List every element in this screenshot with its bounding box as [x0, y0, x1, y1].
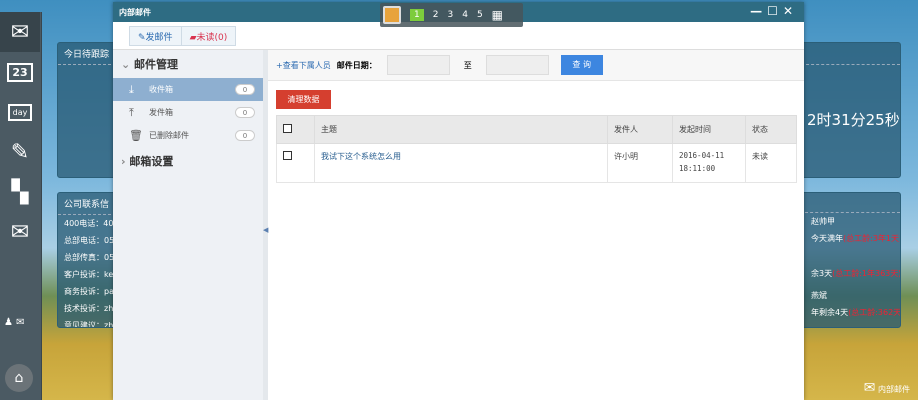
- compose-label: 发邮件: [145, 33, 173, 43]
- download-icon: ⤓: [129, 82, 134, 96]
- mail-sender: 许小明: [607, 143, 673, 183]
- panel-title: 今日待跟踪: [58, 43, 116, 65]
- contact-line: 意见建议：zh: [64, 321, 114, 328]
- user-mail-icons[interactable]: ♟ ✉: [4, 317, 25, 328]
- item-label: 已删除邮件: [149, 131, 189, 140]
- birthday-detail: (总工龄:362天): [848, 308, 901, 317]
- day-label: day: [7, 103, 33, 121]
- table-row[interactable]: 我试下这个系统怎么用 许小明 2016-04-11 18:11:00 未读: [276, 143, 797, 183]
- app-logo-icon[interactable]: [383, 6, 401, 24]
- mail-icon[interactable]: ✉: [0, 212, 40, 252]
- upload-icon: ⤒: [129, 105, 134, 119]
- item-label: 发件箱: [149, 108, 173, 117]
- mail-date: 2016-04-11: [679, 151, 725, 160]
- sidebar-item-inbox[interactable]: ⤓ 收件箱 0: [113, 78, 263, 101]
- clear-data-button[interactable]: 清理数据: [276, 90, 331, 109]
- mail-management-section[interactable]: ⌄ 邮件管理: [113, 50, 263, 78]
- sidebar: ⌄ 邮件管理 ⤓ 收件箱 0 ⤒ 发件箱 0 🗑 已删除邮件 0 › 邮箱设置: [113, 50, 263, 400]
- main-content: +查看下属人员 邮件日期： 至 查 询 清理数据 主题 发件人 发起时间 状态 …: [268, 50, 804, 400]
- trash-icon: 🗑: [129, 129, 143, 142]
- clock-panel: 2时31分25秒: [800, 42, 901, 178]
- birthday-name: 赵帅甲: [811, 217, 835, 226]
- birthday-name: [805, 247, 900, 265]
- contact-line: 总部传真：05: [64, 253, 115, 262]
- date-to-input[interactable]: [485, 55, 549, 75]
- compose-button[interactable]: ✎发邮件: [130, 27, 182, 45]
- contact-line: 商务投诉：pa: [64, 287, 114, 296]
- header-subject[interactable]: 主题: [314, 115, 608, 144]
- contact-line: 总部电话：05: [64, 236, 115, 245]
- maximize-button[interactable]: ☐: [767, 4, 783, 18]
- edit-note-icon[interactable]: ✎: [0, 132, 40, 172]
- header-sender[interactable]: 发件人: [607, 115, 673, 144]
- window-title: 内部邮件: [119, 8, 151, 17]
- apps-add-icon[interactable]: ▚: [0, 172, 40, 212]
- close-button[interactable]: ✕: [783, 4, 798, 18]
- mail-icon[interactable]: ✉: [0, 12, 40, 52]
- date-from-input[interactable]: [386, 55, 450, 75]
- row-checkbox[interactable]: [283, 151, 292, 160]
- header-time[interactable]: 发起时间: [672, 115, 746, 144]
- mail-subject-link[interactable]: 我试下这个系统怎么用: [314, 143, 608, 183]
- item-label: 收件箱: [149, 85, 173, 94]
- mail-window: 内部邮件 —☐✕ ✎发邮件 ▰未读(0) ⌄ 邮件管理 ⤓ 收件箱 0 ⤒ 发件箱 0 …: [113, 2, 804, 400]
- dock: ✉ 23 day ✎ ▚ ✉ ♟ ✉ ⌂: [0, 12, 42, 400]
- mail-icon: ✉: [863, 380, 876, 396]
- calendar-icon[interactable]: 23: [0, 52, 40, 92]
- mailbox-settings-section[interactable]: › 邮箱设置: [113, 147, 263, 175]
- birthday-text: 年剩余4天: [811, 308, 849, 317]
- desktop-page-3[interactable]: 3: [447, 10, 453, 20]
- clock-time: 2时31分25秒: [807, 111, 900, 129]
- count-badge: 0: [235, 130, 255, 141]
- contact-panel: 公司联系信 400电话：40 总部电话：05 总部传真：05 客户投诉：ke 商…: [57, 192, 117, 328]
- grid-icon[interactable]: ▦: [492, 8, 503, 22]
- mail-status: 未读: [745, 143, 797, 183]
- birthday-panel: 赵帅甲 今天满年(总工龄:3年1天) 余3天(总工龄:1年363天) 燕斌 年剩…: [800, 192, 901, 328]
- birthday-text: 今天满年: [811, 234, 843, 243]
- to-label: 至: [463, 60, 472, 70]
- table-header: 主题 发件人 发起时间 状态: [276, 115, 797, 144]
- birthday-text: 余3天: [811, 269, 833, 278]
- panel-title: 公司联系信: [58, 193, 116, 215]
- section-label: 邮件管理: [134, 58, 179, 71]
- desktop-mail-shortcut[interactable]: ✉ 内部邮件: [864, 380, 910, 396]
- desktop-taskbar: 1 2 3 4 5 ▦: [380, 3, 523, 27]
- home-icon[interactable]: ⌂: [5, 364, 33, 392]
- mail-shortcut-label: 内部邮件: [878, 385, 910, 394]
- tracking-panel: 今日待跟踪: [57, 42, 117, 178]
- edit-icon: ✎: [138, 33, 146, 43]
- chevron-down-icon: ⌄: [121, 58, 135, 71]
- birthday-detail: (总工龄:1年363天): [832, 269, 901, 278]
- birthday-name: 燕斌: [811, 291, 827, 300]
- desktop-page-5[interactable]: 5: [477, 10, 483, 20]
- contact-line: 技术投诉：zh: [64, 304, 114, 313]
- birthday-detail: (总工龄:3年1天): [843, 234, 901, 243]
- mail-table: 主题 发件人 发起时间 状态 我试下这个系统怎么用 许小明 2016-04-11…: [276, 115, 797, 183]
- sidebar-item-deleted[interactable]: 🗑 已删除邮件 0: [113, 124, 263, 147]
- date-label: 邮件日期：: [336, 60, 377, 70]
- day-icon[interactable]: day: [0, 92, 40, 132]
- section-label: 邮箱设置: [129, 155, 174, 168]
- unread-label: 未读(0): [196, 33, 228, 43]
- contact-line: 客户投诉：ke: [64, 270, 114, 279]
- minimize-button[interactable]: —: [750, 4, 767, 18]
- contact-line: 400电话：40: [64, 219, 114, 228]
- unread-button[interactable]: ▰未读(0): [182, 27, 236, 45]
- count-badge: 0: [235, 107, 255, 118]
- select-all-checkbox[interactable]: [283, 124, 292, 133]
- header-status[interactable]: 状态: [745, 115, 797, 144]
- sidebar-item-outbox[interactable]: ⤒ 发件箱 0: [113, 101, 263, 124]
- view-subordinates-link[interactable]: +查看下属人员: [276, 60, 331, 71]
- filter-bar: +查看下属人员 邮件日期： 至 查 询: [268, 50, 804, 81]
- calendar-day: 23: [7, 62, 33, 82]
- desktop-page-2[interactable]: 2: [433, 10, 439, 20]
- desktop-page-4[interactable]: 4: [462, 10, 468, 20]
- query-button[interactable]: 查 询: [560, 55, 603, 75]
- count-badge: 0: [235, 84, 255, 95]
- desktop-page-1[interactable]: 1: [410, 9, 424, 21]
- mail-time: 18:11:00: [679, 164, 716, 173]
